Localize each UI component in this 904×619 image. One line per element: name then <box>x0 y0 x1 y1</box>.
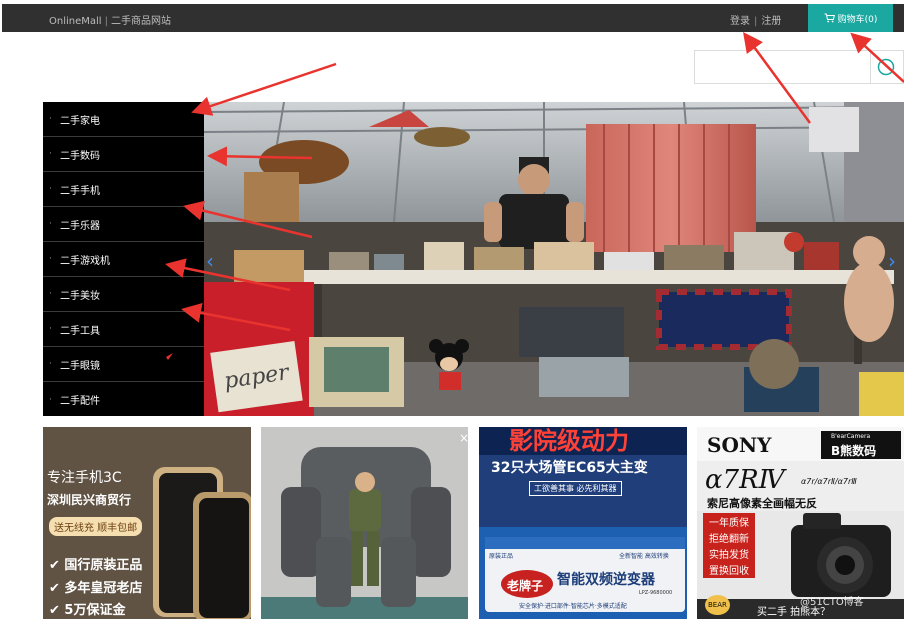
close-icon[interactable]: × <box>459 431 468 445</box>
bullet: · <box>49 359 52 369</box>
ad-headline: 专注手机3C <box>47 470 122 486</box>
search-icon[interactable] <box>877 58 895 76</box>
category-item-digital[interactable]: · 二手数码 <box>43 137 204 172</box>
ad-headline: 影院级动力 <box>509 427 629 455</box>
ad-brand-sony: SONY <box>707 433 772 457</box>
category-label: 二手家电 <box>60 115 100 127</box>
chevron-left-icon[interactable]: ‹ <box>206 249 222 273</box>
bullet: · <box>49 254 52 264</box>
category-label: 二手眼镜 <box>60 360 100 372</box>
ad-slogan: 工欲善其事 必先利其器 <box>529 481 622 496</box>
cart-button[interactable]: 购物车(0) <box>808 4 893 32</box>
search-input[interactable] <box>695 51 871 83</box>
ad-feature-1: ✔ 国行原装正品 <box>49 558 143 573</box>
ad-feature-3: ✔ 5万保证金 <box>49 603 126 618</box>
category-label: 二手美妆 <box>60 290 100 302</box>
ad-feature-1: 一年质保 <box>703 513 755 530</box>
category-label: 二手配件 <box>60 396 100 407</box>
ad-card-phone-shop[interactable]: 专注手机3C 深圳民兴商贸行 送无线充 顺丰包邮 ✔ 国行原装正品 ✔ 多年皇冠… <box>43 427 251 619</box>
watermark: @51CTO博客 <box>800 597 864 608</box>
ad-feature-2: 拒绝翻新 <box>703 529 755 546</box>
ad-model: α7RⅣ <box>705 465 785 495</box>
cart-label: 购物车(0) <box>837 14 878 25</box>
category-item-phones[interactable]: · 二手手机 <box>43 172 204 207</box>
banner-image: paper <box>204 102 904 416</box>
category-item-instruments[interactable]: · 二手乐器 <box>43 207 204 242</box>
bullet: · <box>49 149 52 159</box>
category-item-glasses[interactable]: · 二手眼镜 <box>43 347 204 382</box>
register-link[interactable]: 注册 <box>761 16 781 27</box>
ad-bear-logo: BEAR <box>705 595 730 615</box>
brand-name: OnlineMall <box>49 16 102 27</box>
bullet: · <box>49 394 52 405</box>
category-label: 二手工具 <box>60 325 100 337</box>
category-label: 二手数码 <box>60 150 100 162</box>
bullet: · <box>49 324 52 334</box>
category-item-tools[interactable]: · 二手工具 <box>43 312 204 347</box>
category-item-accessories[interactable]: · 二手配件 <box>43 382 204 417</box>
login-link[interactable]: 登录 <box>730 16 750 27</box>
category-label: 二手乐器 <box>60 220 100 232</box>
category-item-appliances[interactable]: · 二手家电 <box>43 102 204 137</box>
ad-genuine-label: 原装正品 <box>489 553 514 560</box>
ad-feature-2: ✔ 多年皇冠老店 <box>49 581 143 596</box>
ad-card-figure[interactable]: × <box>261 427 468 619</box>
category-label: 二手手机 <box>60 185 100 197</box>
ad-feature-3: 实拍发货 <box>703 545 755 562</box>
bullet: · <box>49 114 52 124</box>
brand-separator: | <box>104 16 108 27</box>
chevron-right-icon[interactable]: › <box>888 249 904 273</box>
search-box <box>694 50 904 84</box>
top-nav-bar: OnlineMall | 二手商品网站 登录 | 注册 购物车(0) <box>2 4 904 32</box>
ad-shop-name: 深圳民兴商贸行 <box>47 493 132 507</box>
ad-features: 安全保护·进口部件·智能芯片·多模式适配 <box>519 603 627 610</box>
ad-promo-badge: 送无线充 顺丰包邮 <box>49 517 143 536</box>
ad-shop-english-name: B'earCamera <box>831 433 871 440</box>
hero-banner[interactable]: paper ‹ › <box>204 102 904 416</box>
ad-compatible-models: α7r/α7rⅡ/α7rⅢ <box>801 477 857 486</box>
ad-model-number: LPZ-9680000 <box>639 590 673 596</box>
ad-figure-image <box>261 427 468 619</box>
ad-subheadline: 索尼高像素全画幅无反 <box>707 497 817 510</box>
brand[interactable]: OnlineMall | 二手商品网站 <box>49 12 171 27</box>
ad-product-name: 智能双频逆变器 <box>557 572 655 588</box>
bullet: · <box>49 289 52 299</box>
link-separator: | <box>754 16 758 27</box>
category-item-game-consoles[interactable]: · 二手游戏机 <box>43 242 204 277</box>
ad-feature-4: 置换回收 <box>703 561 755 578</box>
cart-icon <box>824 13 835 23</box>
bullet: · <box>49 219 52 229</box>
ad-brand-logo: 老牌子 <box>507 579 544 593</box>
category-label: 二手游戏机 <box>60 255 110 267</box>
bullet: · <box>49 184 52 194</box>
ad-subheadline: 32只大场管EC65大主变 <box>491 460 648 476</box>
ad-shop-name: B熊数码 <box>831 444 877 458</box>
category-item-cosmetics[interactable]: · 二手美妆 <box>43 277 204 312</box>
account-links: 登录 | 注册 <box>730 12 781 27</box>
ad-card-inverter[interactable]: 影院级动力 32只大场管EC65大主变 工欲善其事 必先利其器 原装正品 全新智… <box>479 427 687 619</box>
brand-tagline: 二手商品网站 <box>110 16 171 27</box>
ad-tagline: 全新智能 高效转换 <box>619 553 669 560</box>
category-menu: · 二手家电 · 二手数码 · 二手手机 · 二手乐器 · 二手游戏机 · 二手美妆 · 二手… <box>43 102 204 416</box>
ad-card-camera[interactable]: SONY B'earCamera B熊数码 α7RⅣ α7r/α7rⅡ/α7rⅢ… <box>697 427 904 619</box>
